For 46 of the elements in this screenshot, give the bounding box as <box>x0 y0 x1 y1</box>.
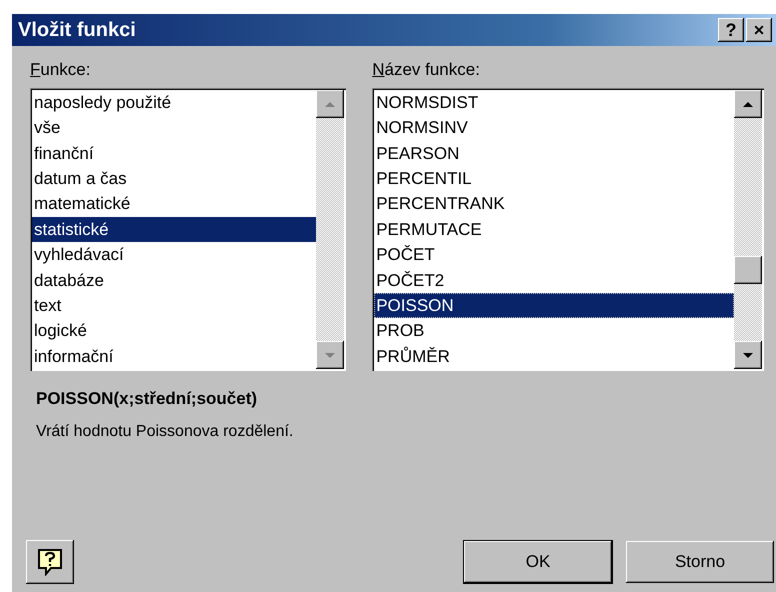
scroll-down-button[interactable] <box>316 341 344 369</box>
function-list[interactable]: NORMSDIST NORMSINV PEARSON PERCENTIL PERCENTRANK PERMUTACE POČET POČET2 POISSON PROB PRŮMĚR <box>372 88 764 371</box>
close-button[interactable]: × <box>746 18 772 42</box>
list-item[interactable]: informační <box>32 344 316 369</box>
list-item[interactable]: vše <box>32 115 316 141</box>
window-title: Vložit funkci <box>18 18 136 42</box>
scroll-thumb[interactable] <box>734 256 762 284</box>
list-item[interactable]: POISSON <box>374 292 734 318</box>
function-description: Vrátí hodnotu Poissonova rozdělení. <box>35 422 294 441</box>
scroll-down-button[interactable] <box>734 341 762 369</box>
down-arrow-icon <box>742 352 754 358</box>
scroll-up-button[interactable] <box>316 90 344 118</box>
help-button[interactable] <box>26 540 74 584</box>
list-item[interactable]: PERCENTRANK <box>374 191 734 217</box>
list-item[interactable]: matematické <box>32 191 316 217</box>
list-item[interactable]: statistické <box>32 216 316 242</box>
list-item[interactable]: logické <box>32 318 316 344</box>
list-item[interactable]: PERCENTIL <box>374 166 734 192</box>
list-item[interactable]: PEARSON <box>374 140 734 166</box>
list-item[interactable]: PERMUTACE <box>374 216 734 242</box>
function-syntax: POISSON(x;střední;součet) <box>35 388 258 409</box>
help-button[interactable]: ? <box>718 18 744 42</box>
scrollbar[interactable] <box>316 90 344 369</box>
list-item[interactable]: naposledy použité <box>32 90 316 116</box>
up-arrow-icon <box>742 100 754 108</box>
category-list[interactable]: naposledy použité vše finanční datum a čas matematické statistické vyhledávací databáze text logické informační <box>30 88 346 371</box>
list-item[interactable]: PROB <box>374 318 734 344</box>
ok-button[interactable]: OK <box>464 541 612 583</box>
list-item[interactable]: text <box>32 292 316 318</box>
list-item[interactable]: PRŮMĚR <box>374 344 734 369</box>
list-item[interactable]: NORMSDIST <box>374 90 734 116</box>
list-item[interactable]: databáze <box>32 268 316 293</box>
list-label: Funkce: <box>30 60 92 80</box>
cancel-button[interactable]: Storno <box>626 541 774 583</box>
up-arrow-icon <box>324 100 336 108</box>
list-item[interactable]: vyhledávací <box>32 242 316 268</box>
list-label: Název funkce: <box>372 60 481 80</box>
down-arrow-icon <box>324 352 336 358</box>
list-item[interactable]: finanční <box>32 140 316 166</box>
scroll-up-button[interactable] <box>734 90 762 118</box>
help-icon <box>37 548 63 576</box>
list-item[interactable]: POČET <box>374 242 734 268</box>
list-item[interactable]: POČET2 <box>374 268 734 293</box>
list-item[interactable]: datum a čas <box>32 166 316 192</box>
list-item[interactable]: NORMSINV <box>374 115 734 141</box>
scrollbar[interactable] <box>734 90 762 369</box>
